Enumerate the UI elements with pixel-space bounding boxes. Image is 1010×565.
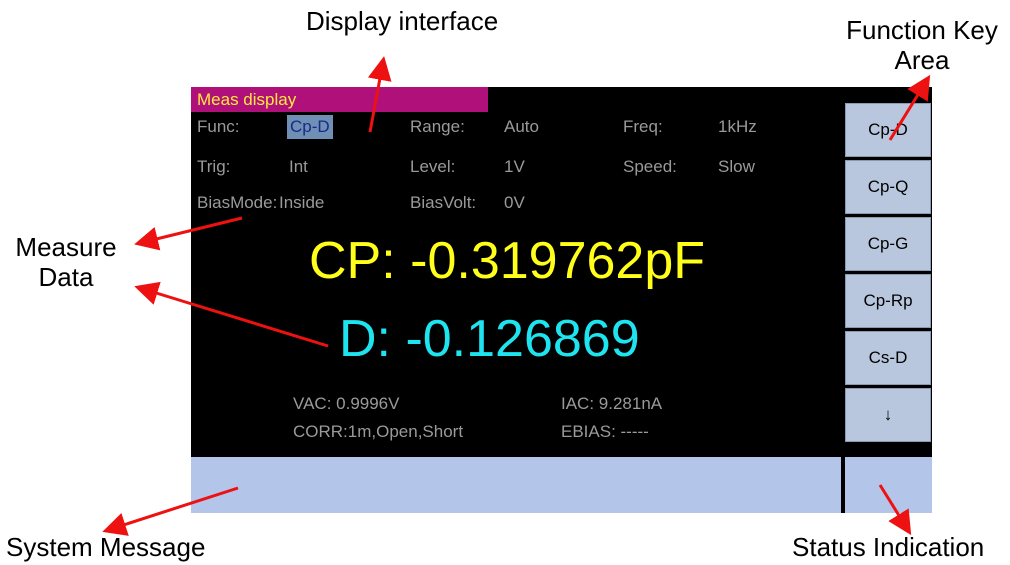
speed-value[interactable]: Slow (718, 155, 755, 179)
callout-system-message: System Message (6, 532, 206, 562)
status-indication-box (845, 457, 932, 513)
func-value[interactable]: Cp-D (287, 115, 333, 139)
level-label: Level: (410, 157, 456, 176)
ebias-readout: EBIAS: ----- (561, 422, 649, 441)
freq-label: Freq: (623, 117, 663, 136)
corr-readout: CORR:1m,Open,Short (293, 422, 464, 441)
callout-function-key-area: Function Key Area (838, 15, 1006, 75)
callout-measure-data: Measure Data (6, 232, 126, 292)
function-key-cp-g[interactable]: Cp-G (845, 217, 931, 271)
func-label: Func: (197, 117, 240, 136)
callout-measure-line1: Measure (15, 232, 117, 262)
range-label: Range: (410, 117, 465, 136)
function-key-area: Cp-D Cp-Q Cp-G Cp-Rp Cs-D ↓ (845, 103, 931, 445)
callout-display-interface: Display interface (306, 6, 499, 36)
meas-display-title: Meas display (191, 87, 488, 112)
range-value[interactable]: Auto (504, 115, 539, 139)
biasmode-label: BiasMode: (197, 193, 278, 212)
biasvolt-label: BiasVolt: (410, 193, 477, 212)
instrument-screen: Meas display Func: Cp-D Range: Auto Freq… (191, 87, 932, 513)
biasvolt-value[interactable]: 0V (504, 191, 525, 215)
speed-label: Speed: (623, 157, 677, 176)
iac-readout: IAC: 9.281nA (561, 394, 663, 413)
level-value[interactable]: 1V (504, 155, 525, 179)
callout-function-key-line1: Function Key (846, 15, 998, 45)
biasmode-value[interactable]: Inside (279, 191, 324, 215)
function-key-cp-rp[interactable]: Cp-Rp (845, 274, 931, 328)
trig-value[interactable]: Int (289, 155, 308, 179)
trig-label: Trig: (197, 157, 231, 176)
vac-readout: VAC: 0.9996V (293, 394, 400, 413)
callout-function-key-line2: Area (894, 45, 950, 75)
primary-measurement: CP: -0.319762pF (309, 232, 706, 290)
function-key-cs-d[interactable]: Cs-D (845, 331, 931, 385)
secondary-measurement: D: -0.126869 (339, 310, 640, 368)
callout-measure-line2: Data (38, 262, 94, 292)
freq-value[interactable]: 1kHz (718, 115, 757, 139)
system-message-bar (191, 457, 841, 513)
function-key-cp-q[interactable]: Cp-Q (845, 160, 931, 214)
function-key-cp-d[interactable]: Cp-D (845, 103, 931, 157)
callout-status-indication: Status Indication (792, 532, 985, 562)
function-key-next-page[interactable]: ↓ (845, 388, 931, 442)
